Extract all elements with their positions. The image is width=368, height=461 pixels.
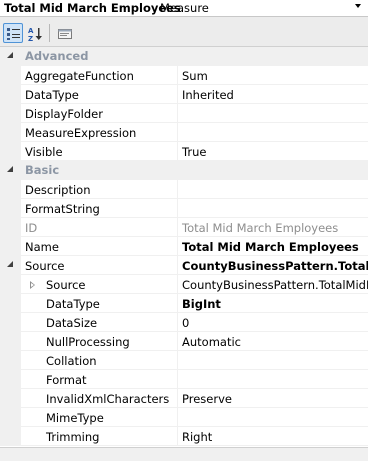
property-row-aggregate-function[interactable]: AggregateFunction Sum: [0, 66, 368, 85]
property-name: DataSize: [46, 316, 98, 330]
property-pages-button[interactable]: [54, 23, 74, 43]
property-name: MeasureExpression: [25, 126, 137, 140]
object-type: Measure: [160, 1, 209, 15]
property-value[interactable]: CountyBusinessPattern.TotalMidM: [182, 259, 368, 273]
property-row-visible[interactable]: Visible True: [0, 142, 368, 161]
property-pages-icon: [58, 29, 72, 39]
property-name: Source: [46, 278, 86, 292]
property-value[interactable]: Right: [182, 430, 212, 444]
property-row-null-processing[interactable]: NullProcessing Automatic: [0, 332, 368, 351]
property-name: Source: [25, 259, 65, 273]
property-row-name[interactable]: Name Total Mid March Employees: [0, 237, 368, 256]
property-name: ID: [25, 221, 38, 235]
property-name: Visible: [25, 145, 63, 159]
category-label: Basic: [25, 163, 60, 177]
object-selector[interactable]: Total Mid March Employees Measure: [0, 0, 368, 17]
property-row-format-string[interactable]: FormatString: [0, 199, 368, 218]
property-row-source-source[interactable]: Source CountyBusinessPattern.TotalMidM: [0, 275, 368, 294]
property-value[interactable]: Total Mid March Employees: [182, 240, 359, 254]
property-row-collation[interactable]: Collation: [0, 351, 368, 370]
property-name: Trimming: [46, 430, 100, 444]
property-value[interactable]: 0: [182, 316, 189, 330]
collapse-arrow-icon[interactable]: [7, 52, 13, 58]
property-value[interactable]: Automatic: [182, 335, 241, 349]
categorized-button[interactable]: [3, 23, 23, 43]
property-value[interactable]: Preserve: [182, 392, 232, 406]
property-value[interactable]: Inherited: [182, 88, 234, 102]
svg-text:A: A: [28, 27, 34, 35]
property-row-invalid-xml-characters[interactable]: InvalidXmlCharacters Preserve: [0, 389, 368, 408]
expand-arrow-icon[interactable]: [30, 281, 35, 289]
dropdown-arrow-icon[interactable]: [355, 4, 361, 8]
property-name: AggregateFunction: [25, 69, 134, 83]
property-name: Collation: [46, 354, 97, 368]
property-value[interactable]: BigInt: [182, 297, 221, 311]
property-name: FormatString: [25, 202, 100, 216]
property-row-data-type[interactable]: DataType Inherited: [0, 85, 368, 104]
property-row-display-folder[interactable]: DisplayFolder: [0, 104, 368, 123]
category-gutter: [0, 47, 21, 66]
property-toolbar: A Z: [0, 17, 368, 47]
object-name: Total Mid March Employees: [4, 1, 181, 15]
property-row-mime-type[interactable]: MimeType: [0, 408, 368, 427]
toolbar-separator: [49, 24, 50, 42]
property-name: DataType: [46, 297, 100, 311]
property-row-source-data-type[interactable]: DataType BigInt: [0, 294, 368, 313]
collapse-arrow-icon[interactable]: [7, 166, 13, 172]
property-value[interactable]: CountyBusinessPattern.TotalMidM: [182, 278, 368, 292]
collapse-arrow-icon[interactable]: [7, 261, 13, 267]
category-basic[interactable]: Basic: [0, 161, 368, 180]
property-name: MimeType: [46, 411, 104, 425]
property-row-id[interactable]: ID Total Mid March Employees: [0, 218, 368, 237]
category-label: Advanced: [25, 49, 89, 63]
property-grid: Advanced AggregateFunction Sum DataType …: [0, 47, 368, 447]
svg-text:Z: Z: [28, 35, 33, 42]
property-name: Description: [25, 183, 91, 197]
description-pane: [0, 447, 368, 461]
property-name: Name: [25, 240, 59, 254]
property-row-source[interactable]: Source CountyBusinessPattern.TotalMidM: [0, 256, 368, 275]
property-row-format[interactable]: Format: [0, 370, 368, 389]
property-name: Format: [46, 373, 87, 387]
property-name: DisplayFolder: [25, 107, 103, 121]
property-name: NullProcessing: [46, 335, 130, 349]
alphabetical-button[interactable]: A Z: [25, 23, 45, 43]
category-advanced[interactable]: Advanced: [0, 47, 368, 66]
property-value: Total Mid March Employees: [182, 221, 339, 235]
category-gutter: [0, 161, 21, 180]
property-row-data-size[interactable]: DataSize 0: [0, 313, 368, 332]
categorized-icon: [7, 28, 20, 40]
property-row-measure-expression[interactable]: MeasureExpression: [0, 123, 368, 142]
property-name: InvalidXmlCharacters: [46, 392, 170, 406]
property-row-description[interactable]: Description: [0, 180, 368, 199]
property-value[interactable]: Sum: [182, 69, 208, 83]
property-row-trimming[interactable]: Trimming Right: [0, 427, 368, 446]
alphabetical-sort-icon: A Z: [28, 27, 42, 42]
property-value[interactable]: True: [182, 145, 206, 159]
property-name: DataType: [25, 88, 79, 102]
